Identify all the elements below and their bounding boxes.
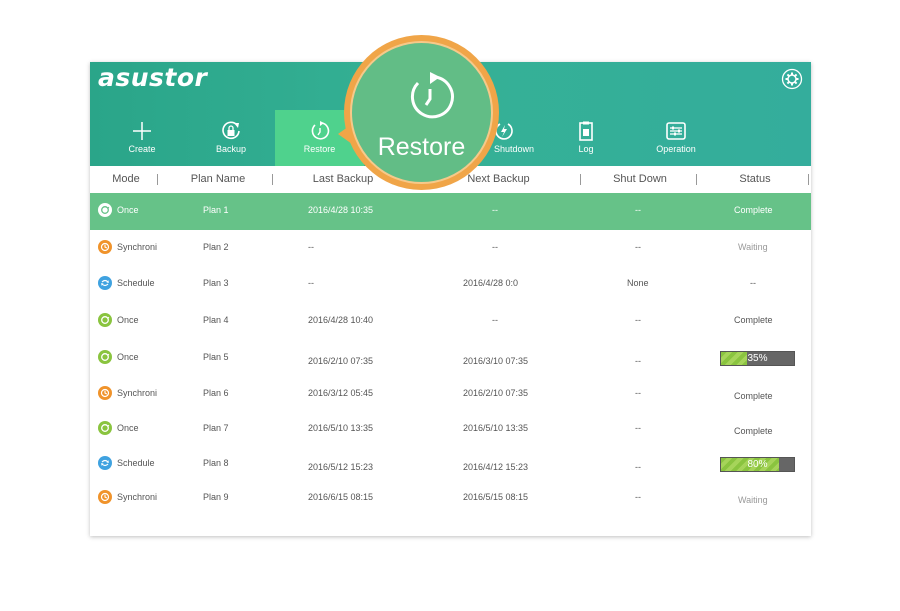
progress-bar: 35% — [720, 351, 795, 366]
shut-down: -- — [635, 242, 641, 252]
log-button[interactable]: Log — [555, 110, 617, 166]
table-row[interactable]: Once Plan 5 2016/2/10 07:35 2016/3/10 07:35… — [90, 340, 811, 377]
col-last-backup[interactable]: Last Backup — [303, 173, 383, 185]
col-status[interactable]: Status — [730, 173, 780, 185]
table-row[interactable]: Synchroni Plan 2 -- -- -- Waiting — [90, 230, 811, 267]
next-backup: -- — [492, 205, 498, 215]
plan-name: Plan 2 — [203, 242, 229, 252]
col-divider — [808, 174, 809, 185]
last-backup: 2016/5/12 15:23 — [308, 462, 374, 472]
next-backup: 2016/5/15 08:15 — [463, 492, 529, 502]
col-plan-name[interactable]: Plan Name — [182, 173, 254, 185]
operation-label: Operation — [656, 144, 696, 154]
mode-label: Synchroni — [117, 242, 158, 252]
table-row[interactable]: Synchroni Plan 6 2016/3/12 05:45 2016/2/10 … — [90, 376, 811, 413]
last-backup: 2016/6/15 08:15 — [308, 492, 374, 502]
next-backup: 2016/2/10 07:35 — [463, 388, 529, 398]
mode-label: Schedule — [117, 458, 155, 468]
progress-text: 80% — [747, 459, 768, 470]
shut-down: -- — [635, 315, 641, 325]
operation-button[interactable]: Operation — [645, 110, 707, 166]
col-divider — [696, 174, 697, 185]
plan-name: Plan 7 — [203, 423, 229, 433]
plus-icon — [133, 122, 151, 140]
progress-text: 35% — [747, 353, 768, 364]
status-text: Waiting — [738, 242, 768, 252]
col-shut-down[interactable]: Shut Down — [605, 173, 675, 185]
shut-down: -- — [635, 423, 641, 433]
plan-name: Plan 1 — [203, 205, 229, 215]
col-divider — [580, 174, 581, 185]
mode-label: Schedule — [117, 278, 155, 288]
col-divider — [272, 174, 273, 185]
shut-down: -- — [635, 205, 641, 215]
shut-down: -- — [635, 492, 641, 502]
plan-name: Plan 8 — [203, 458, 229, 468]
plan-name: Plan 3 — [203, 278, 229, 288]
mode-label: Once — [117, 315, 139, 325]
operation-icon — [666, 122, 686, 140]
log-icon — [579, 121, 593, 141]
next-backup: -- — [492, 315, 498, 325]
next-backup: 2016/5/10 13:35 — [463, 423, 529, 433]
restore-callout: Restore — [344, 35, 499, 190]
last-backup: -- — [308, 278, 314, 288]
col-divider — [157, 174, 158, 185]
status-text: Complete — [734, 315, 773, 325]
mode-label: Synchroni — [117, 388, 158, 398]
shut-down: None — [627, 278, 649, 288]
plan-name: Plan 6 — [203, 388, 229, 398]
plan-name: Plan 4 — [203, 315, 229, 325]
shut-down: -- — [635, 356, 641, 366]
backup-button[interactable]: Backup — [200, 110, 262, 166]
next-backup: -- — [492, 242, 498, 252]
col-next-backup[interactable]: Next Backup — [456, 173, 541, 185]
last-backup: 2016/4/28 10:40 — [308, 315, 374, 325]
table-row[interactable]: Once Plan 1 2016/4/28 10:35 -- -- Complete — [90, 193, 811, 230]
plan-name: Plan 9 — [203, 492, 229, 502]
table-row[interactable]: Schedule Plan 3 -- 2016/4/28 0:0 None -- — [90, 266, 811, 303]
last-backup: 2016/3/12 05:45 — [308, 388, 374, 398]
last-backup: 2016/4/28 10:35 — [308, 205, 374, 215]
status-text: Waiting — [738, 495, 768, 505]
status-text: -- — [750, 278, 756, 288]
progress-bar: 80% — [720, 457, 795, 472]
last-backup: 2016/2/10 07:35 — [308, 356, 374, 366]
restore-icon — [311, 121, 329, 140]
restore-icon — [410, 72, 454, 119]
next-backup: 2016/3/10 07:35 — [463, 356, 529, 366]
shut-down: -- — [635, 388, 641, 398]
table-row[interactable]: Once Plan 4 2016/4/28 10:40 -- -- Complete — [90, 303, 811, 340]
mode-label: Once — [117, 423, 139, 433]
create-button[interactable]: Create — [111, 110, 173, 166]
backup-label: Backup — [215, 144, 247, 154]
status-text: Complete — [734, 426, 773, 436]
plan-name: Plan 5 — [203, 352, 229, 362]
mode-label: Once — [117, 205, 139, 215]
log-label: Log — [578, 144, 594, 154]
settings-gear-icon[interactable] — [781, 68, 803, 90]
mode-label: Synchroni — [117, 492, 158, 502]
backup-icon — [222, 121, 240, 140]
create-label: Create — [128, 144, 156, 154]
restore-callout-label: Restore — [377, 133, 466, 161]
table-row[interactable]: Synchroni Plan 9 2016/6/15 08:15 2016/5/15 … — [90, 480, 811, 517]
status-text: Complete — [734, 205, 773, 215]
next-backup: 2016/4/28 0:0 — [463, 278, 519, 288]
last-backup: 2016/5/10 13:35 — [308, 423, 374, 433]
mode-label: Once — [117, 352, 139, 362]
table-row[interactable]: Once Plan 7 2016/5/10 13:35 2016/5/10 13:35… — [90, 411, 811, 448]
table-row[interactable]: Schedule Plan 8 2016/5/12 15:23 2016/4/12 1… — [90, 446, 811, 483]
asustor-logo: asustor — [98, 63, 208, 92]
next-backup: 2016/4/12 15:23 — [463, 462, 529, 472]
col-mode[interactable]: Mode — [108, 173, 144, 185]
restore-callout-inner: Restore — [350, 41, 493, 184]
status-text: Complete — [734, 391, 773, 401]
shut-down: -- — [635, 462, 641, 472]
last-backup: -- — [308, 242, 314, 252]
